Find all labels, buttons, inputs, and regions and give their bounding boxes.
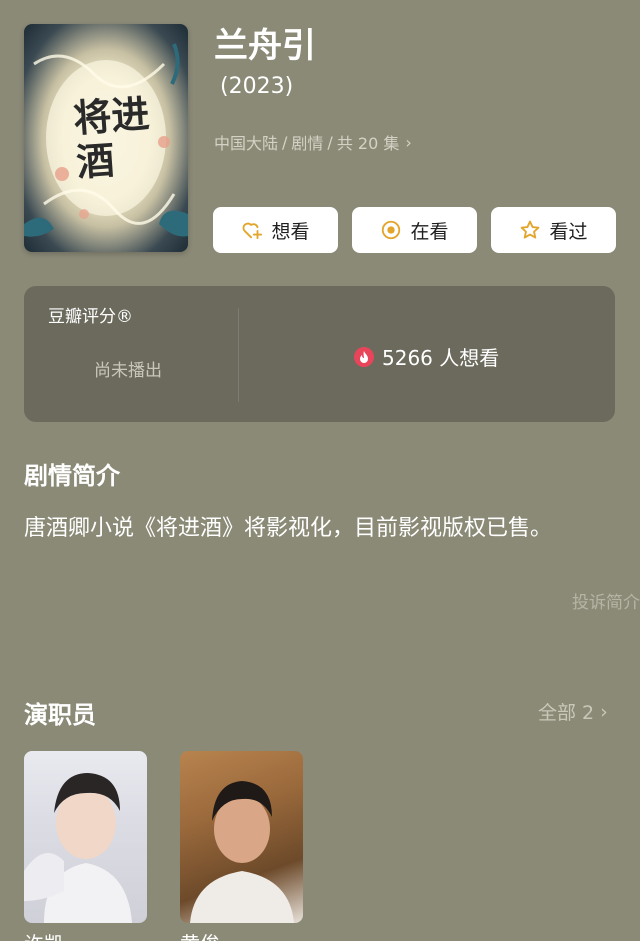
- cast-member-name: 黄俊: [180, 928, 220, 941]
- meta-region: 中国大陆: [214, 134, 279, 153]
- cast-heading: 演职员: [24, 701, 96, 729]
- cast-portrait: [24, 773, 132, 923]
- synopsis-heading: 剧情简介: [24, 462, 120, 490]
- flame-icon: [354, 346, 374, 367]
- synopsis-text[interactable]: 唐酒卿小说《将进酒》将影视化，目前影视版权已售。: [24, 511, 594, 547]
- meta-genre: 剧情: [291, 134, 324, 153]
- meta-separator: /: [327, 132, 333, 152]
- cast-member-photo[interactable]: [24, 751, 147, 923]
- watching-label: 在看: [410, 220, 449, 243]
- watched-button[interactable]: 看过: [491, 207, 616, 253]
- rating-label: 豆瓣评分®: [48, 307, 133, 327]
- cast-member-name: 许凯: [24, 928, 64, 941]
- title-block: 兰舟引 (2023): [214, 24, 316, 99]
- star-icon: [521, 220, 540, 239]
- report-synopsis-link[interactable]: 投诉简介: [572, 588, 640, 613]
- meta-info[interactable]: 中国大陆 / 剧情 / 共 20 集 ›: [214, 130, 412, 154]
- meta-separator: /: [282, 132, 288, 152]
- heart-plus-icon: [243, 222, 263, 240]
- cast-view-all-label: 全部 2: [538, 702, 595, 724]
- want-to-watch-button[interactable]: 想看: [213, 207, 338, 253]
- cast-member-photo[interactable]: [180, 751, 303, 923]
- wish-count[interactable]: 5266 人想看: [354, 342, 499, 371]
- poster-image[interactable]: 将进酒: [24, 24, 188, 252]
- rating-card: 豆瓣评分® 尚未播出 5266 人想看: [24, 286, 615, 422]
- meta-episodes: 共 20 集: [336, 134, 400, 153]
- target-icon: [382, 220, 401, 240]
- watching-button[interactable]: 在看: [352, 207, 477, 253]
- watched-label: 看过: [549, 220, 588, 243]
- cast-portrait: [190, 781, 294, 923]
- release-year: (2023): [220, 74, 294, 99]
- douban-rating-panel[interactable]: 豆瓣评分® 尚未播出: [24, 286, 238, 422]
- chevron-right-icon: ›: [405, 132, 412, 152]
- poster-calligraphy: 将进酒: [71, 90, 151, 185]
- want-to-watch-label: 想看: [271, 220, 310, 243]
- rating-divider: [238, 308, 239, 402]
- wish-count-text: 5266 人想看: [382, 346, 500, 370]
- cast-view-all-link[interactable]: 全部 2 ›: [538, 698, 608, 725]
- action-bar: 想看 在看 看过: [213, 207, 616, 253]
- page-title: 兰舟引: [214, 26, 316, 66]
- rating-status: 尚未播出: [94, 361, 162, 381]
- chevron-right-icon: ›: [600, 700, 608, 723]
